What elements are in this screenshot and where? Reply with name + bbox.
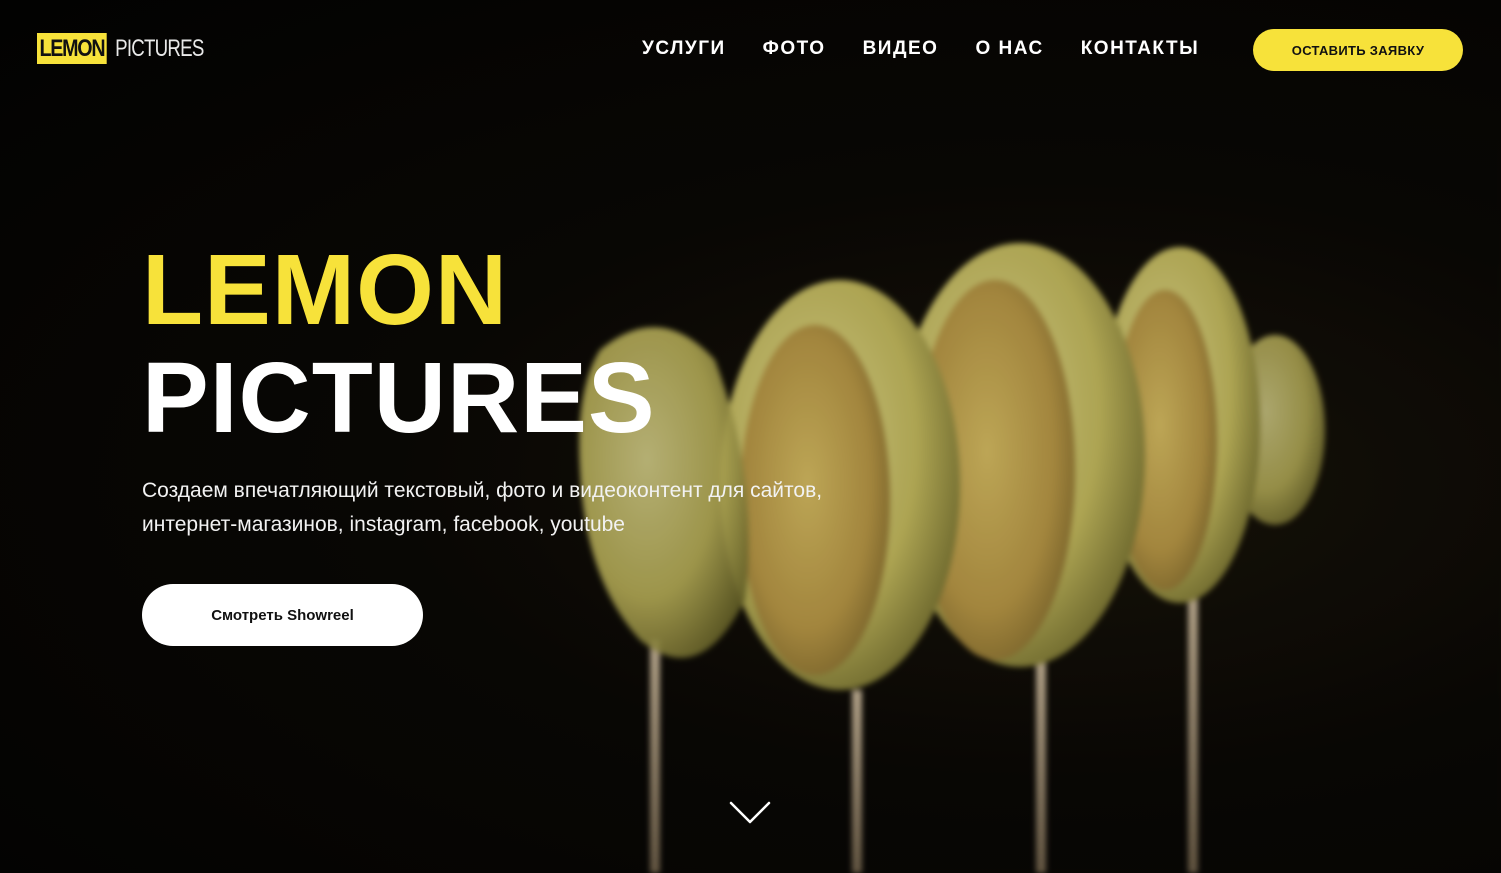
nav-item-contacts[interactable]: КОНТАКТЫ (1081, 37, 1200, 61)
hero-subtitle-line-2: интернет-магазинов, instagram, facebook,… (142, 513, 625, 536)
logo-word-lemon: LEMON (37, 33, 107, 64)
main-nav: УСЛУГИ ФОТО ВИДЕО О НАС КОНТАКТЫ (642, 37, 1199, 61)
logo-word-pictures: PICTURES (115, 35, 204, 62)
chevron-down-icon[interactable] (729, 800, 771, 826)
request-button[interactable]: ОСТАВИТЬ ЗАЯВКУ (1253, 29, 1463, 71)
hero-subtitle: Создаем впечатляющий текстовый, фото и в… (142, 474, 922, 542)
hero-title-line-1: LEMON (142, 234, 509, 346)
watch-showreel-button[interactable]: Смотреть Showreel (142, 584, 423, 646)
landing-page: LEMON PICTURES УСЛУГИ ФОТО ВИДЕО О НАС К… (0, 0, 1501, 873)
nav-item-services[interactable]: УСЛУГИ (642, 37, 726, 61)
hero-subtitle-line-1: Создаем впечатляющий текстовый, фото и в… (142, 479, 823, 502)
site-logo[interactable]: LEMON PICTURES (37, 33, 230, 64)
hero-title-line-2: PICTURES (142, 342, 656, 454)
nav-item-video[interactable]: ВИДЕО (863, 37, 939, 61)
nav-item-about[interactable]: О НАС (975, 37, 1043, 61)
nav-item-photo[interactable]: ФОТО (763, 37, 826, 61)
